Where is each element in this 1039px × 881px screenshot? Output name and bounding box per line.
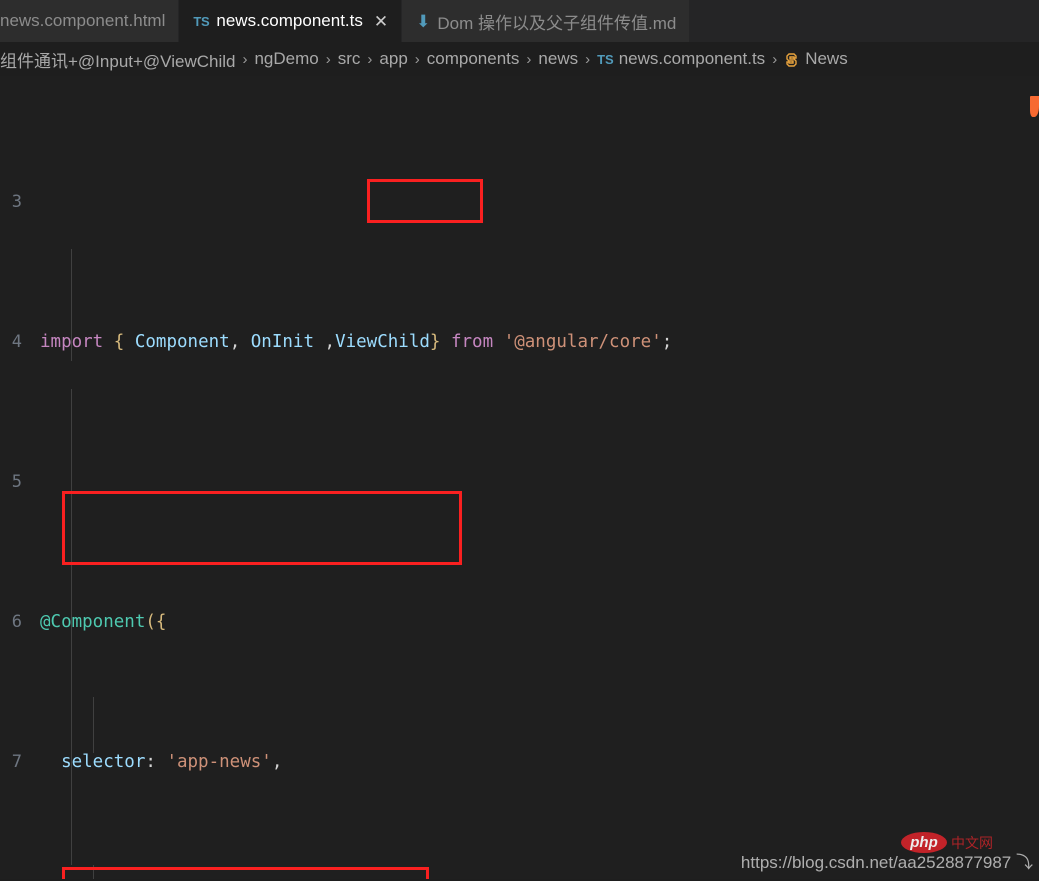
tab-bar-filler [690, 0, 1039, 42]
breadcrumb: 父子组件通讯+@Input+@ViewChild › ngDemo › src … [0, 42, 1039, 76]
breadcrumb-separator-icon: › [367, 50, 373, 68]
breadcrumb-item-class[interactable]: News [805, 49, 848, 69]
breadcrumb-item-project[interactable]: 父子组件通讯+@Input+@ViewChild [0, 47, 235, 72]
tab-news-component-ts[interactable]: TS news.component.ts ✕ [179, 0, 403, 42]
code-editor[interactable]: 3 4 import { Component, OnInit ,ViewChil… [0, 76, 1039, 879]
tab-label: Dom 操作以及父子组件传值.md [437, 13, 677, 33]
line-number: 5 [11, 472, 22, 492]
code-line[interactable]: import { Component, OnInit ,ViewChild} f… [31, 328, 1039, 356]
indent-guide [71, 781, 72, 865]
typescript-file-icon: TS [193, 13, 210, 29]
line-number: 6 [11, 612, 22, 632]
breadcrumb-item-components[interactable]: components [427, 49, 520, 69]
code-row[interactable]: 3 [0, 188, 1039, 216]
code-row[interactable]: 4 import { Component, OnInit ,ViewChild}… [0, 328, 1039, 356]
indent-guide [93, 697, 94, 753]
code-row[interactable]: 5 [0, 468, 1039, 496]
breadcrumb-separator-icon: › [242, 50, 248, 68]
breadcrumb-separator-icon: › [325, 50, 331, 68]
markdown-file-icon: ⬇ [416, 11, 431, 31]
watermark-url: https://blog.csdn.net/aa2528877987 [740, 853, 1012, 872]
breadcrumb-separator-icon: › [772, 50, 778, 68]
typescript-file-icon: TS [597, 51, 614, 67]
watermark-arrow-icon: ⤵ [1016, 853, 1033, 872]
php-logo: php [901, 832, 947, 853]
line-number: 4 [11, 332, 22, 352]
line-number: 3 [11, 192, 22, 212]
breadcrumb-item-ngdemo[interactable]: ngDemo [254, 49, 318, 69]
breadcrumb-item-news[interactable]: news [538, 49, 578, 69]
breadcrumb-separator-icon: › [414, 50, 420, 68]
indent-guide [93, 865, 94, 879]
tab-label: news.component.ts [216, 11, 363, 30]
breadcrumb-separator-icon: › [585, 50, 591, 68]
overview-ruler-marker[interactable] [1030, 96, 1039, 117]
code-content[interactable]: 3 4 import { Component, OnInit ,ViewChil… [0, 76, 1039, 879]
breadcrumb-separator-icon: › [526, 50, 532, 68]
tab-news-component-html[interactable]: news.component.html [0, 0, 180, 42]
code-line[interactable]: selector: 'app-news', [31, 748, 1039, 776]
indent-guide [71, 249, 72, 361]
tab-dom-operation-md[interactable]: ⬇ Dom 操作以及父子组件传值.md [402, 0, 691, 42]
breadcrumb-item-file[interactable]: news.component.ts [619, 49, 765, 69]
tab-label: news.component.html [0, 11, 166, 30]
indent-guide [71, 585, 72, 781]
php-watermark-badge: php 中文网 [901, 832, 993, 853]
editor-tab-bar: news.component.html TS news.component.ts… [0, 0, 1039, 42]
code-line[interactable]: @Component({ [31, 608, 1039, 636]
close-icon[interactable]: ✕ [374, 13, 388, 30]
class-symbol-icon [784, 51, 800, 67]
breadcrumb-item-src[interactable]: src [338, 49, 361, 69]
breadcrumb-item-app[interactable]: app [379, 49, 407, 69]
php-chinese-label: 中文网 [951, 834, 993, 851]
code-row[interactable]: 6 @Component({ [0, 608, 1039, 636]
indent-guide [71, 389, 72, 585]
code-row[interactable]: 7 selector: 'app-news', [0, 748, 1039, 776]
line-number: 7 [11, 752, 22, 772]
